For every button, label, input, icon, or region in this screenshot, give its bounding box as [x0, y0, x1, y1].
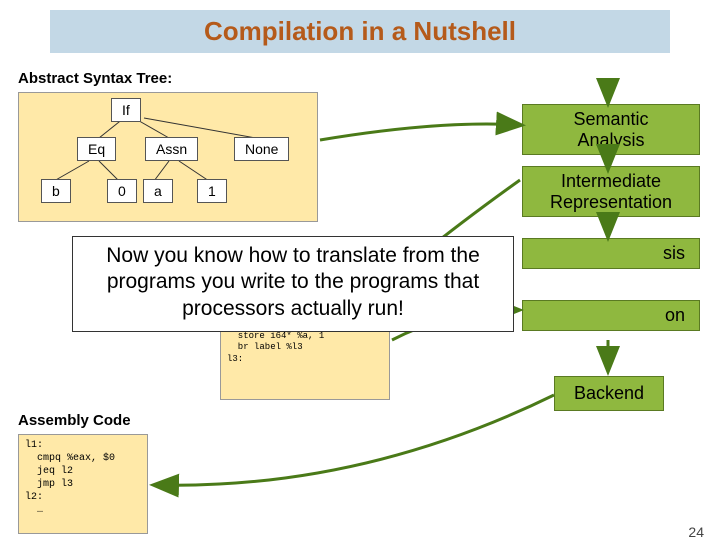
stage-analysis-fragment: sis — [522, 238, 700, 269]
slide-title: Compilation in a Nutshell — [50, 10, 670, 53]
stage-backend: Backend — [554, 376, 664, 411]
callout-line1: Now you know how to translate from the — [83, 243, 503, 269]
ast-node-zero: 0 — [107, 179, 137, 203]
ast-panel: If Eq Assn None b 0 a 1 — [18, 92, 318, 222]
ast-node-one: 1 — [197, 179, 227, 203]
ast-node-assn: Assn — [145, 137, 198, 161]
ast-node-b: b — [41, 179, 71, 203]
asm-code-panel: l1: cmpq %eax, $0 jeq l2 jmp l3 l2: … — [18, 434, 148, 534]
callout-box: Now you know how to translate from the p… — [72, 236, 514, 332]
callout-line2: programs you write to the programs that — [83, 269, 503, 295]
ast-node-eq: Eq — [77, 137, 116, 161]
ast-node-a: a — [143, 179, 173, 203]
slide-number: 24 — [688, 524, 704, 540]
stage-semantic-analysis: Semantic Analysis — [522, 104, 700, 155]
ast-node-none: None — [234, 137, 289, 161]
asm-heading: Assembly Code — [18, 412, 131, 429]
ast-heading: Abstract Syntax Tree: — [18, 70, 172, 87]
stage-codegen-fragment: on — [522, 300, 700, 331]
ast-node-if: If — [111, 98, 141, 122]
stage-intermediate-representation: Intermediate Representation — [522, 166, 700, 217]
callout-line3: processors actually run! — [83, 296, 503, 322]
